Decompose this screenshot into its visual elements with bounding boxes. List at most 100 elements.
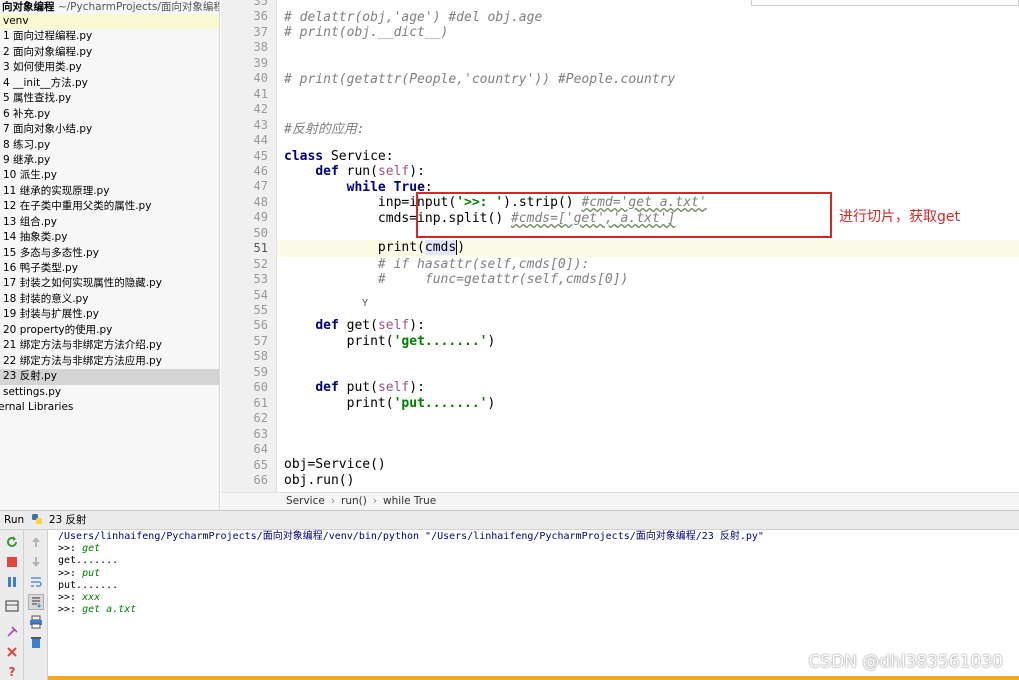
method-run-name: run( bbox=[338, 164, 378, 179]
tree-file-item[interactable]: 7 面向对象小结.py bbox=[0, 122, 219, 137]
annotation-text: 进行切片，获取get bbox=[839, 209, 960, 225]
code-line-66: obj.run() bbox=[284, 473, 355, 488]
stop-icon[interactable] bbox=[4, 554, 20, 570]
tree-file-item[interactable]: 15 多态与多态性.py bbox=[0, 246, 219, 261]
code-line-43: #反射的应用: bbox=[284, 122, 365, 137]
tree-file-item[interactable]: 21 绑定方法与非绑定方法介绍.py bbox=[0, 338, 219, 353]
arrow-down-icon[interactable] bbox=[28, 554, 44, 570]
tree-file-item[interactable]: 20 property的使用.py bbox=[0, 323, 219, 338]
status-strip bbox=[48, 676, 1019, 680]
cmds-variable: cmds bbox=[424, 240, 458, 255]
tree-file-item[interactable]: 3 如何使用类.py bbox=[0, 60, 219, 75]
line-number: 39 bbox=[253, 55, 268, 70]
print-icon[interactable] bbox=[28, 614, 44, 630]
project-tree-panel: 向对象编程 ~/PycharmProjects/面向对象编程 venv 1 面向过… bbox=[0, 0, 220, 510]
keyword-def: def bbox=[315, 164, 339, 179]
rerun-icon[interactable] bbox=[4, 534, 20, 550]
breadcrumb-item[interactable]: Service bbox=[286, 495, 325, 507]
tree-file-item[interactable]: 5 属性查找.py bbox=[0, 91, 219, 106]
console-line: >>: get bbox=[58, 543, 1019, 555]
code-editor[interactable]: 35 36 37 38 39 40 41 42 43 44 45 46 47 48 49 50 51 52 53 54… bbox=[221, 0, 1019, 492]
tree-file-item[interactable]: 8 练习.py bbox=[0, 138, 219, 153]
tree-file-item[interactable]: 6 补充.py bbox=[0, 107, 219, 122]
line-number: 55 bbox=[253, 303, 268, 317]
breadcrumb-separator-icon: › bbox=[372, 495, 378, 507]
breadcrumb-item[interactable]: run() bbox=[341, 495, 367, 507]
breadcrumb-separator-icon: › bbox=[330, 495, 336, 507]
print-call: print( bbox=[346, 334, 394, 349]
tree-file-item[interactable]: 4 __init__方法.py bbox=[0, 76, 219, 91]
keyword-while: while True bbox=[346, 180, 425, 195]
tree-file-item[interactable]: 19 封装与扩展性.py bbox=[0, 307, 219, 322]
tree-folder-venv[interactable]: venv bbox=[0, 14, 219, 30]
tree-file-item[interactable]: 17 封装之如何实现属性的隐藏.py bbox=[0, 276, 219, 291]
code-line-65: obj=Service() bbox=[284, 457, 386, 472]
tree-file-item[interactable]: 23 反射.py bbox=[0, 369, 219, 385]
tree-file-item[interactable]: ternal Libraries bbox=[0, 400, 219, 415]
print-close: ) bbox=[457, 240, 466, 255]
run-label: Run bbox=[4, 514, 25, 526]
line-number: 38 bbox=[253, 40, 268, 55]
soft-wrap-icon[interactable] bbox=[28, 574, 44, 590]
line-number: 54 bbox=[253, 287, 268, 302]
line-number: 66 bbox=[253, 472, 268, 487]
console-line: >>: put bbox=[58, 568, 1019, 580]
console-line: put....... bbox=[58, 579, 119, 591]
tree-file-item[interactable]: 2 面向对象编程.py bbox=[0, 45, 219, 60]
line-number: 40 bbox=[253, 71, 268, 86]
print-close: ) bbox=[487, 334, 496, 349]
trash-icon[interactable] bbox=[28, 634, 44, 650]
method-end: ): bbox=[409, 380, 425, 395]
tree-file-item[interactable]: 10 派生.py bbox=[0, 168, 219, 183]
console-user-input: xxx bbox=[82, 591, 101, 603]
run-panel-header[interactable]: Run 23 反射 bbox=[0, 510, 1019, 530]
line-number: 42 bbox=[253, 102, 268, 117]
console-prompt: >>: bbox=[58, 591, 83, 603]
arrow-up-icon[interactable] bbox=[28, 534, 44, 550]
help-icon[interactable]: ? bbox=[4, 664, 20, 680]
tree-file-item[interactable]: 1 面向过程编程.py bbox=[0, 29, 219, 44]
code-line-37: # print(obj.__dict__) bbox=[284, 25, 449, 40]
pin-icon[interactable] bbox=[4, 624, 20, 640]
project-root-name: 向对象编程 bbox=[2, 1, 55, 13]
line-number: 45 bbox=[253, 148, 268, 163]
line-number: 49 bbox=[253, 210, 268, 225]
getattr-comment: # func=getattr(self,cmds[0]) bbox=[377, 272, 629, 287]
line-number: 53 bbox=[253, 272, 268, 287]
pause-icon[interactable] bbox=[4, 574, 20, 590]
tree-file-item[interactable]: 12 在子类中重用父类的属性.py bbox=[0, 199, 219, 214]
console-prompt: >>: bbox=[58, 567, 83, 579]
run-toolbar-primary: ? bbox=[0, 530, 24, 680]
tree-file-item[interactable]: 14 抽象类.py bbox=[0, 230, 219, 245]
project-root[interactable]: 向对象编程 ~/PycharmProjects/面向对象编程 bbox=[0, 0, 219, 14]
scroll-to-end-icon[interactable] bbox=[28, 594, 44, 610]
line-number: 50 bbox=[253, 225, 268, 240]
line-number: 52 bbox=[253, 256, 268, 271]
layout-icon[interactable] bbox=[4, 598, 20, 614]
console-prompt: >>: bbox=[58, 604, 83, 616]
tree-file-item[interactable]: 13 组合.py bbox=[0, 215, 219, 230]
line-number: 48 bbox=[253, 194, 268, 209]
run-config-name[interactable]: 23 反射 bbox=[49, 514, 87, 526]
print-close: ) bbox=[487, 396, 496, 411]
breadcrumb: Service › run() › while True bbox=[221, 492, 1019, 510]
breadcrumb-item[interactable]: while True bbox=[383, 495, 436, 507]
tree-file-item[interactable]: settings.py bbox=[0, 385, 219, 400]
get-string: 'get.......' bbox=[393, 334, 488, 349]
code-line-57: print('get.......') bbox=[284, 334, 496, 349]
code-area[interactable]: # delattr(obj,'age') #del obj.age # prin… bbox=[277, 0, 1019, 492]
tree-file-item[interactable]: 22 绑定方法与非绑定方法应用.py bbox=[0, 354, 219, 369]
line-number: 61 bbox=[253, 395, 268, 410]
tree-file-item[interactable]: 16 鸭子类型.py bbox=[0, 261, 219, 276]
line-number: 63 bbox=[253, 426, 268, 441]
python-file-icon bbox=[32, 514, 43, 524]
console-user-input: get a.txt bbox=[82, 604, 137, 616]
tree-file-item[interactable]: 18 封装的意义.py bbox=[0, 292, 219, 307]
console-user-input: get bbox=[82, 543, 101, 555]
tree-file-item[interactable]: 9 继承.py bbox=[0, 153, 219, 168]
close-icon[interactable] bbox=[4, 644, 20, 660]
annotation-highlight-box bbox=[416, 192, 832, 238]
code-line-47: while True: bbox=[284, 180, 433, 195]
method-put-name: put( bbox=[338, 380, 378, 395]
tree-file-item[interactable]: 11 继承的实现原理.py bbox=[0, 184, 219, 199]
